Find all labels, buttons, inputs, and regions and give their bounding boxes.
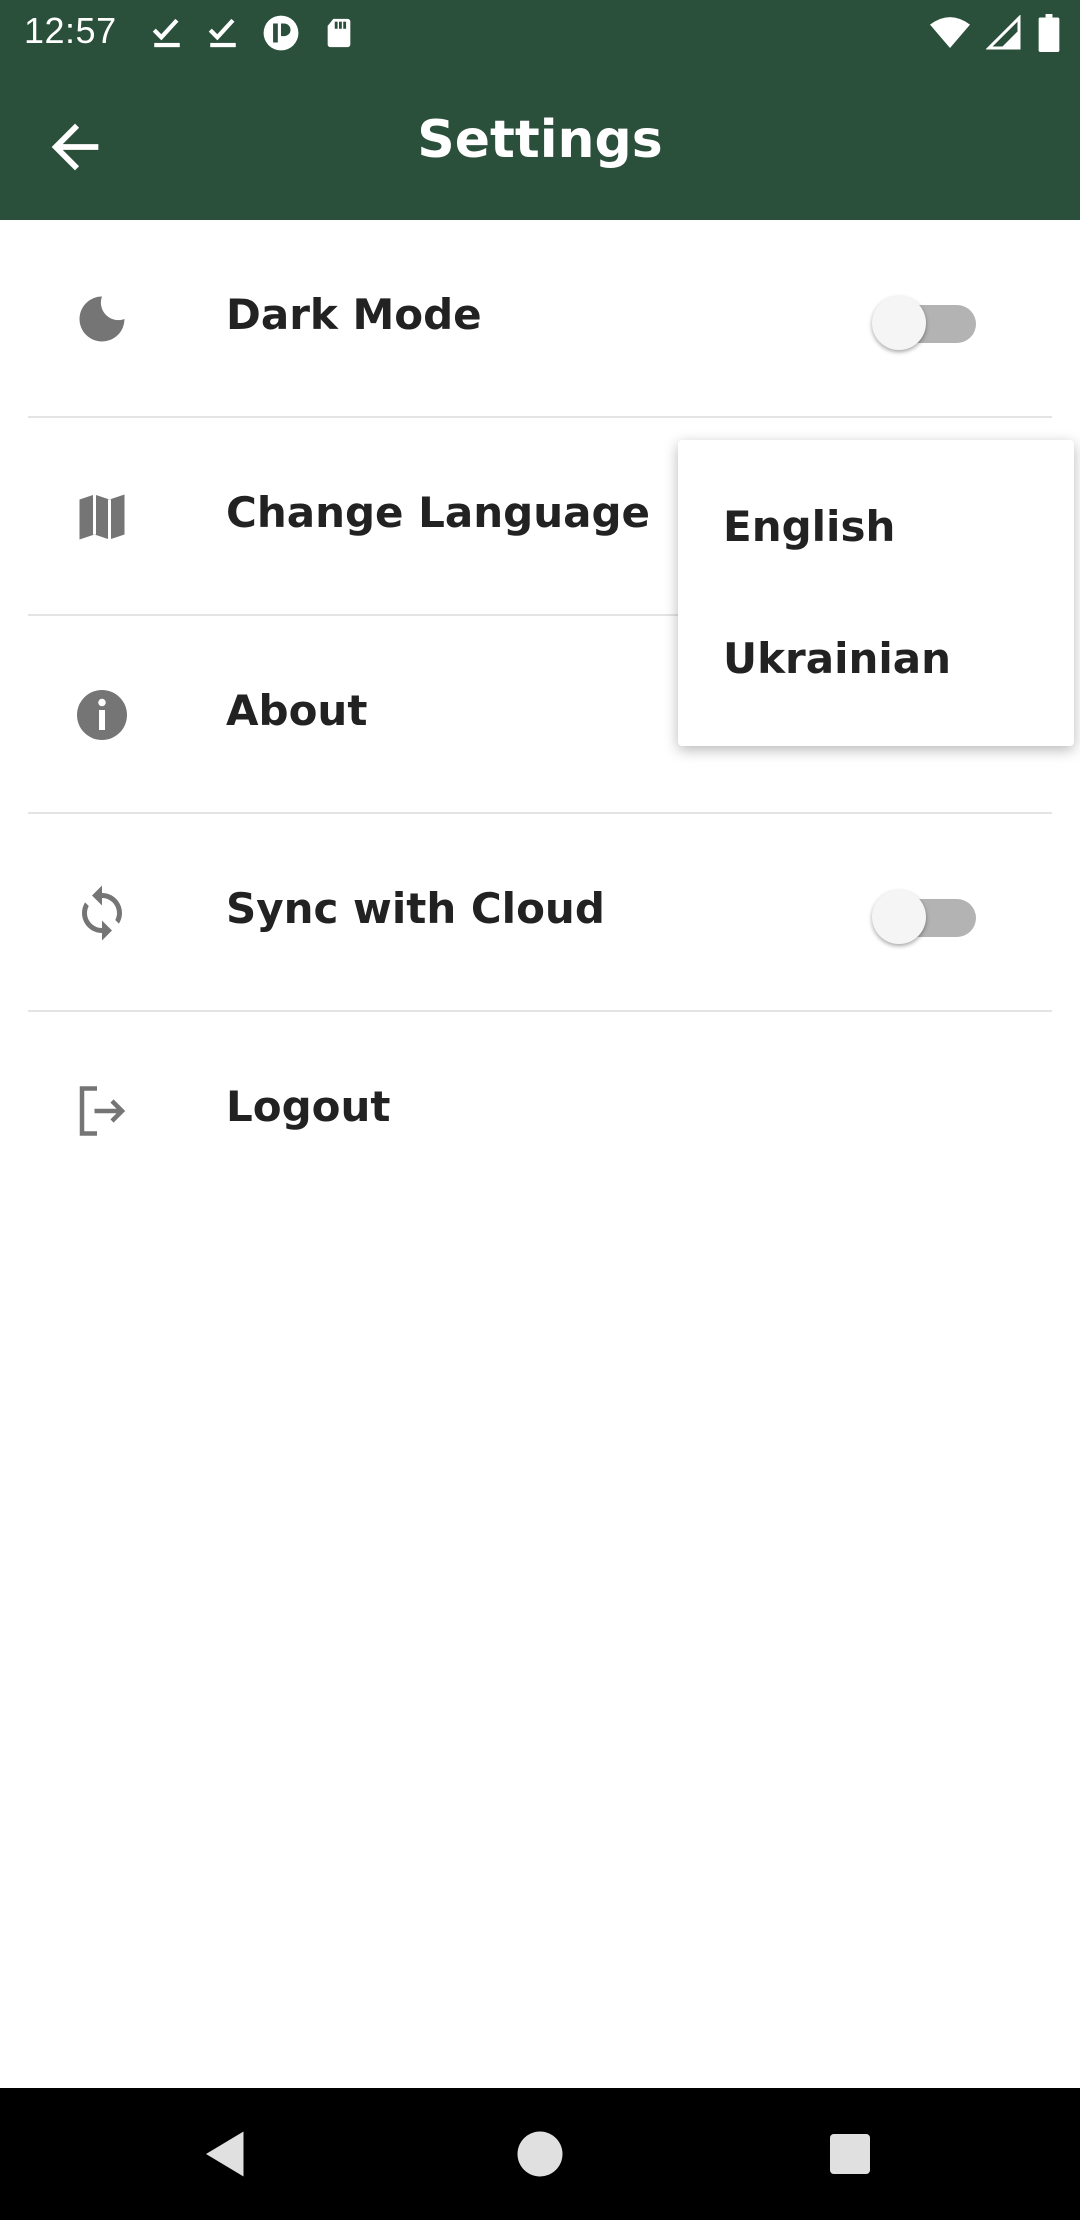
setting-logout[interactable]: Logout	[0, 1012, 1080, 1210]
info-icon	[77, 690, 127, 740]
setting-dark-mode[interactable]: Dark Mode	[0, 220, 1080, 418]
sync-icon	[82, 885, 122, 941]
language-dropdown-menu: English Ukrainian	[678, 440, 1074, 746]
cellular-signal-icon	[986, 15, 1021, 50]
back-triangle-icon[interactable]	[196, 2124, 256, 2184]
language-option-ukrainian[interactable]: Ukrainian	[723, 634, 951, 683]
setting-label: Change Language	[226, 488, 650, 537]
status-time: 12:57	[24, 10, 117, 51]
setting-sync-cloud[interactable]: Sync with Cloud	[0, 814, 1080, 1012]
setting-label: Logout	[226, 1082, 391, 1131]
setting-label: Sync with Cloud	[226, 884, 605, 933]
setting-label: Dark Mode	[226, 290, 482, 339]
app-notification-icon	[263, 15, 299, 51]
download-done-icon	[208, 18, 236, 48]
wifi-icon	[930, 17, 970, 48]
page-title: Settings	[417, 110, 663, 170]
battery-icon	[1038, 14, 1060, 52]
moon-icon	[79, 296, 125, 342]
system-nav-bar	[0, 2088, 1080, 2220]
language-option-english[interactable]: English	[723, 502, 895, 551]
toggle-knob	[872, 296, 926, 350]
status-right-icons	[930, 14, 1060, 52]
home-circle-icon[interactable]	[510, 2124, 570, 2184]
sync-cloud-toggle[interactable]	[872, 890, 976, 944]
map-icon	[79, 494, 125, 540]
setting-label: About	[226, 686, 368, 735]
dark-mode-toggle[interactable]	[872, 296, 976, 350]
logout-icon	[79, 1086, 126, 1136]
app-bar: Settings	[0, 66, 1080, 220]
download-done-icon	[152, 18, 180, 48]
status-left-icons	[150, 14, 356, 52]
recents-square-icon[interactable]	[820, 2124, 880, 2184]
status-bar: 12:57	[0, 0, 1080, 66]
toggle-knob	[872, 890, 926, 944]
sd-card-icon	[327, 18, 351, 48]
